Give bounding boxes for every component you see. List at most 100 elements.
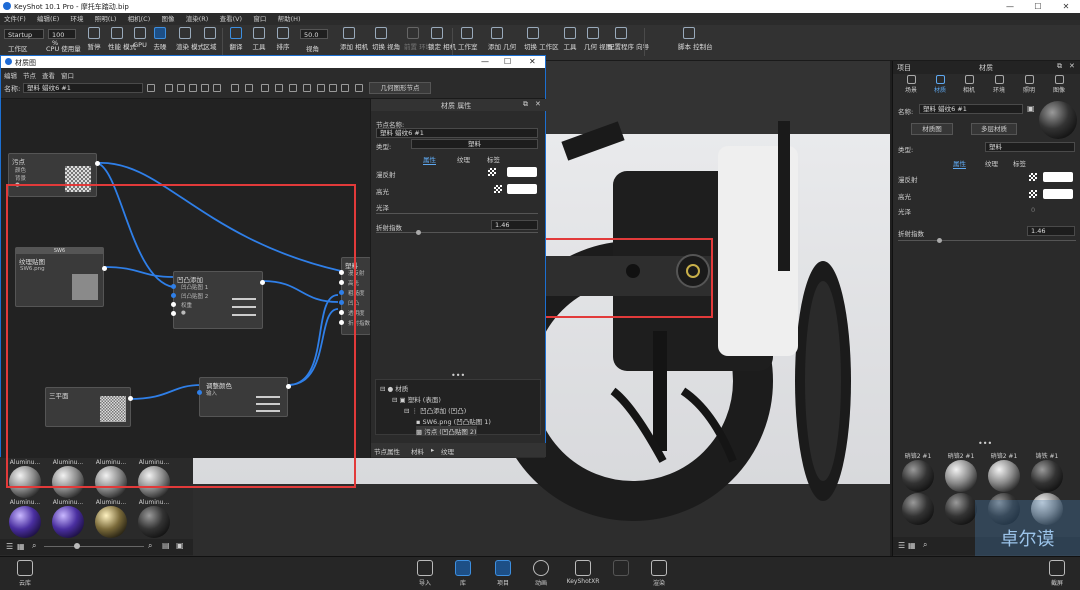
multi-layer-material-button[interactable]: 多层材质 [971, 123, 1017, 135]
graph-tool-icon-8[interactable] [289, 84, 297, 92]
menu-help[interactable]: 帮助(H) [278, 15, 301, 23]
type-select[interactable]: 塑料 [411, 139, 538, 149]
menu-file[interactable]: 文件(F) [4, 15, 26, 23]
project-material-item[interactable]: 硝铬2 #1 [942, 451, 980, 492]
fit-view-icon[interactable] [165, 84, 173, 92]
graph-tool-icon-7[interactable] [275, 84, 283, 92]
cpu-usage-select[interactable]: 100 % [48, 29, 76, 47]
tools-button[interactable]: 工具 [562, 27, 578, 57]
menu-lighting[interactable]: 照明(L) [95, 15, 117, 23]
tab-properties[interactable]: 属性 [953, 158, 966, 169]
close-button[interactable]: ✕ [1052, 0, 1080, 13]
maximize-icon[interactable]: ☐ [504, 57, 511, 66]
tree-item-plastic[interactable]: ⊟ ▣ 塑料 (表面) [392, 394, 441, 404]
cloud-library-button[interactable]: 云库 [10, 560, 40, 587]
minimize-button[interactable]: — [996, 0, 1024, 13]
disabled-button[interactable] [606, 560, 636, 578]
zoom-in-icon[interactable]: ⌕ [148, 541, 152, 551]
zoom-out-icon[interactable]: ⌕ [32, 541, 36, 551]
diffuse-color-swatch[interactable] [1043, 172, 1073, 182]
performance-mode-button[interactable]: 性能 模式 [108, 27, 136, 57]
tab-environment[interactable]: 环境 [985, 75, 1013, 94]
tab-label[interactable]: 标签 [1013, 158, 1026, 168]
region-button[interactable]: 区域 [202, 27, 218, 57]
list-view-icon[interactable]: ☰ [898, 541, 905, 550]
maximize-button[interactable]: ☐ [1024, 0, 1052, 13]
more-handle-icon[interactable]: ••• [978, 439, 992, 448]
texture-link-icon[interactable] [488, 168, 496, 176]
graph-tool-icon-2[interactable] [189, 84, 197, 92]
float-icon[interactable]: ⧉ [1057, 62, 1062, 71]
tree-item-stain[interactable]: ▩ 污点 (凹凸贴图 2) [416, 426, 477, 436]
texture-link-icon[interactable] [1029, 173, 1037, 181]
material-name-input[interactable]: 塑料 蜡纹6 #1 [23, 83, 143, 93]
graph-tool-icon-1[interactable] [177, 84, 185, 92]
ior-input[interactable]: 1.46 [1027, 226, 1075, 236]
project-button[interactable]: 项目 [488, 560, 518, 587]
float-icon[interactable]: ⧉ [523, 100, 528, 109]
graph-tool-icon-9[interactable] [303, 84, 311, 92]
tab-image[interactable]: 图像 [1045, 75, 1073, 94]
render-mode-button[interactable]: 渲染 模式 [176, 27, 204, 57]
gloss-slider[interactable] [376, 213, 538, 214]
studio-button[interactable]: 工作室 [458, 27, 478, 57]
render-button[interactable]: 渲染 [644, 560, 674, 587]
save-icon[interactable]: ▣ [1027, 104, 1035, 113]
tab-material[interactable]: 材质 [926, 75, 954, 94]
graph-tool-icon-10[interactable] [317, 84, 325, 92]
grid-view-icon[interactable]: ▦ [17, 542, 25, 551]
material-name-input[interactable]: 塑料 蜡纹6 #1 [919, 104, 1023, 114]
save-material-icon[interactable] [147, 84, 155, 92]
project-material-item[interactable] [899, 493, 937, 525]
library-material-item[interactable]: Aluminu... [92, 499, 130, 538]
tool-button[interactable]: 工具 [251, 27, 267, 57]
graph-tool-icon-4[interactable] [213, 84, 221, 92]
library-material-item[interactable]: Aluminu... [49, 499, 87, 538]
ior-input[interactable]: 1.46 [491, 220, 538, 230]
texture-link-icon[interactable] [1029, 190, 1037, 198]
close-icon[interactable]: ✕ [529, 57, 536, 66]
graph-tool-icon-13[interactable] [355, 84, 363, 92]
tab-material[interactable]: 材料 [411, 446, 424, 456]
front-environment-button[interactable]: 前置 环境 [404, 27, 432, 57]
fps-input[interactable]: 50.0 [300, 29, 328, 39]
import-button[interactable]: 导入 [410, 560, 440, 587]
output-port[interactable] [95, 161, 100, 166]
geometry-view-button[interactable]: 几何 视图 [584, 27, 612, 57]
tree-item-sw6[interactable]: ▪ SW6.png (凹凸贴图 1) [416, 416, 491, 426]
ior-slider-handle[interactable] [937, 238, 942, 243]
specular-color-swatch[interactable] [1043, 189, 1073, 199]
tab-label[interactable]: 标签 [487, 154, 500, 164]
folder-icon[interactable]: ▤ [162, 541, 170, 550]
slider-handle[interactable] [74, 543, 80, 549]
tab-lighting[interactable]: 照明 [1015, 75, 1043, 94]
keyshotxr-button[interactable]: KeyShotXR [566, 560, 600, 585]
add-geometry-button[interactable]: 添加 几何 [488, 27, 516, 57]
minimize-icon[interactable]: — [481, 57, 489, 66]
tab-properties[interactable]: 属性 [423, 154, 436, 165]
project-material-item[interactable]: 硝铬2 #1 [899, 451, 937, 492]
graph-tool-icon-5[interactable] [231, 84, 239, 92]
graph-tool-icon-6[interactable] [261, 84, 269, 92]
sort-button[interactable]: 排序 [275, 27, 291, 57]
graph-tool-icon-3[interactable] [201, 84, 209, 92]
tab-camera[interactable]: 相机 [955, 75, 983, 94]
type-select[interactable]: 塑料 [985, 142, 1075, 152]
tab-texture-bottom[interactable]: 纹理 [441, 446, 454, 456]
texture-link-icon[interactable] [494, 185, 502, 193]
switch-view-button[interactable]: 切换 视角 [372, 27, 400, 57]
library-material-item[interactable]: Aluminu... [135, 499, 173, 538]
menu-environment[interactable]: 环境 [70, 15, 83, 23]
grid-view-icon[interactable]: ▦ [908, 541, 916, 550]
ior-slider-handle[interactable] [416, 230, 421, 235]
menu-image[interactable]: 图像 [162, 15, 175, 23]
tab-node-properties[interactable]: 节点属性 [374, 446, 400, 456]
menu-edit[interactable]: 编辑(E) [37, 15, 59, 23]
screenshot-button[interactable]: 截屏 [1042, 560, 1072, 587]
diffuse-color-swatch[interactable] [507, 167, 537, 177]
tree-item-bump-add[interactable]: ⊟ ⋮ 凹凸添加 (凹凸) [404, 405, 466, 415]
library-button[interactable]: 库 [448, 560, 478, 587]
script-console-button[interactable]: 脚本 控制台 [678, 27, 713, 57]
denoise-button[interactable]: 去噪 [152, 27, 168, 57]
library-material-item[interactable]: Aluminu... [6, 499, 44, 538]
